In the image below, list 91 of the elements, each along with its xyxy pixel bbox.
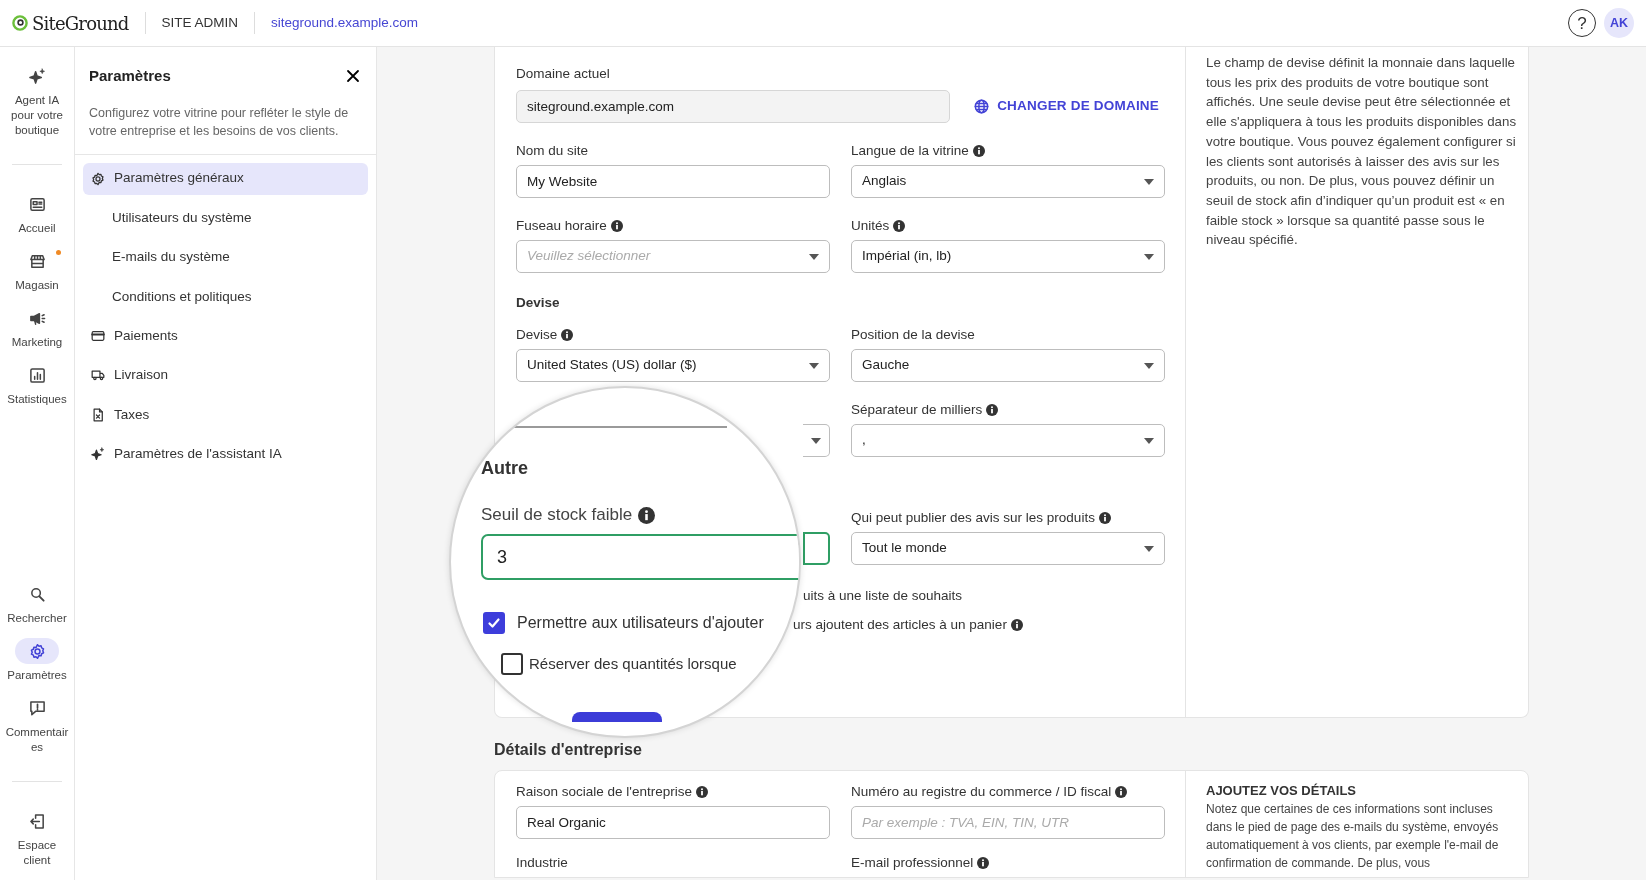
document-icon <box>91 407 105 422</box>
checkbox[interactable] <box>483 612 505 634</box>
help-text: Notez que certaines de ces informations sont incluses dans le pied de page des e-mails du système, envoyés automatiquement à vos clients, par exemple l'e-mail de confirmation de commande. De plus, vous <box>1206 801 1500 872</box>
swirl-icon <box>12 15 28 31</box>
close-button[interactable] <box>346 69 360 84</box>
user-avatar[interactable]: AK <box>1604 8 1634 38</box>
select-field[interactable]: , <box>851 424 1165 457</box>
select-field[interactable]: Gauche <box>851 349 1165 382</box>
checkbox-label: Réserver des quantités lorsque <box>529 653 737 674</box>
caret-icon <box>811 437 821 444</box>
select-field[interactable]: Tout le monde <box>851 532 1165 565</box>
field-label: Industrie <box>516 853 568 872</box>
input-field[interactable]: Real Organic <box>516 806 830 839</box>
caret-icon <box>809 253 819 260</box>
checkbox[interactable] <box>501 653 523 675</box>
panel-description: Configurez votre vitrine pour refléter le style de votre entreprise et les besoins de vos clients. <box>89 104 350 140</box>
field-label: Raison sociale de l'entreprise <box>516 782 692 801</box>
field-label: Numéro au registre du commerce / ID fiscal <box>851 782 1112 801</box>
input-field[interactable] <box>803 532 830 565</box>
checkbox-label: Permettre aux utilisateurs d'ajouter <box>517 613 764 633</box>
section-title: Détails d'entreprise <box>494 740 643 760</box>
caret-icon <box>1144 362 1154 369</box>
field-label: Devise <box>516 325 558 344</box>
sparkle-icon <box>91 447 105 462</box>
logo[interactable]: SiteGround <box>12 9 129 37</box>
speech-bubble-icon <box>28 699 46 717</box>
truck-icon <box>91 368 105 383</box>
settings-icon <box>91 171 105 186</box>
check-icon <box>487 616 501 630</box>
field-label: Fuseau horaire <box>516 216 607 235</box>
caret-icon <box>1144 437 1154 444</box>
nav-item[interactable]: Paramètres <box>5 638 69 683</box>
field-label: Unités <box>851 216 890 235</box>
input-field[interactable]: My Website <box>516 165 830 198</box>
store-icon <box>28 252 46 270</box>
field-label: Position de la devise <box>851 325 975 344</box>
exit-icon <box>28 812 46 830</box>
caret-icon <box>1144 253 1154 260</box>
domain-link[interactable]: siteground.example.com <box>271 12 419 34</box>
field-label: E-mail professionnel <box>851 853 974 872</box>
nav-item[interactable]: Espace client <box>5 808 69 868</box>
nav-item[interactable]: Magasin <box>5 248 69 293</box>
settings-nav-item[interactable]: Taxes <box>83 398 368 431</box>
input-field[interactable]: 3 <box>481 534 799 580</box>
select-field[interactable] <box>803 424 830 457</box>
settings-nav-item[interactable]: Paramètres de l'assistant IA <box>83 438 368 471</box>
nav-item[interactable]: Rechercher <box>5 581 69 626</box>
select-field[interactable]: Impérial (in, lb) <box>851 240 1165 273</box>
select-field[interactable]: United States (US) dollar ($) <box>516 349 830 382</box>
nav-item[interactable]: Statistiques <box>5 362 69 407</box>
settings-nav-item[interactable]: Paramètres généraux <box>83 162 368 195</box>
settings-nav-item[interactable]: E-mails du système <box>83 241 368 274</box>
checkbox-label: urs ajoutent des articles à un panier <box>793 615 1007 634</box>
settings-icon <box>28 642 46 660</box>
chart-icon <box>28 366 46 384</box>
credit-card-icon <box>91 329 105 344</box>
app-label: SITE ADMIN <box>161 13 239 32</box>
field-label: Domaine actuel <box>516 64 610 83</box>
settings-nav-item[interactable]: Utilisateurs du système <box>83 201 368 234</box>
panel-title: Paramètres <box>89 66 171 86</box>
action-button[interactable] <box>572 712 662 722</box>
nav-item[interactable]: Marketing <box>5 305 69 350</box>
field-label: Qui peut publier des avis sur les produits <box>851 508 1095 527</box>
field-label: Séparateur de milliers <box>851 400 983 419</box>
select-field[interactable]: Anglais <box>851 165 1165 198</box>
input-field[interactable]: siteground.example.com <box>516 90 951 123</box>
input-field[interactable]: Par exemple : TVA, EIN, TIN, UTR <box>851 806 1165 839</box>
section-heading: Autre <box>481 457 529 479</box>
settings-nav-item[interactable]: Livraison <box>83 359 368 392</box>
globe-icon <box>974 99 990 114</box>
change-domain-link[interactable]: CHANGER DE DOMAINE <box>974 96 1159 117</box>
sparkle-icon <box>28 67 46 85</box>
checkbox-label: uits à une liste de souhaits <box>803 586 963 605</box>
help-text: Le champ de devise définit la monnaie dans laquelle tous les prix des produits de votre boutique sont affichés. Une seule devise peut être sélectionnée et elle s'appliquera à tous les produits disponibles dans votre boutique. Vous pouvez également configurer si les clients sont autorisés à laisser des avis sur les produits, ou non. De plus, vous pouvez définir un seuil de stock afin d’indiquer qu’un produit est « en faible stock » lorsque sa quantité passe sous le niveau spécifié. <box>1206 54 1518 250</box>
settings-nav-item[interactable]: Conditions et politiques <box>83 280 368 313</box>
section-heading: Devise <box>516 294 561 312</box>
search-icon <box>28 585 46 603</box>
help-heading: AJOUTEZ VOS DÉTAILS <box>1206 782 1357 800</box>
dashboard-icon <box>28 195 46 213</box>
caret-icon <box>1144 545 1154 552</box>
settings-nav-item[interactable]: Paiements <box>83 320 368 353</box>
nav-item[interactable]: Accueil <box>5 191 69 236</box>
field-label: Seuil de stock faible <box>481 504 633 526</box>
caret-icon <box>1144 178 1154 185</box>
help-button[interactable]: ? <box>1568 9 1596 37</box>
field-label: Nom du site <box>516 141 589 160</box>
nav-item[interactable]: Commentaires <box>5 695 69 755</box>
caret-icon <box>809 362 819 369</box>
field-label: Langue de la vitrine <box>851 141 969 160</box>
notification-dot <box>56 250 61 255</box>
nav-item[interactable]: Agent IA pour votre boutique <box>5 63 69 138</box>
